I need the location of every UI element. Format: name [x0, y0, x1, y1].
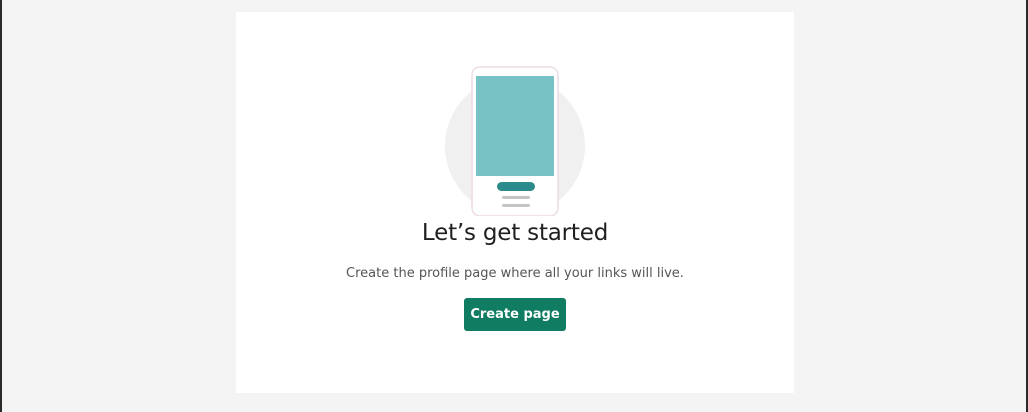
page-title: Let’s get started [421, 220, 609, 246]
phone-profile-illustration-icon [445, 66, 585, 216]
create-page-button[interactable]: Create page [464, 298, 566, 331]
window-border-left [0, 0, 2, 412]
empty-state-description: Create the profile page where all your l… [346, 266, 684, 281]
empty-state-card: Let’s get started Create the profile pag… [236, 12, 794, 393]
